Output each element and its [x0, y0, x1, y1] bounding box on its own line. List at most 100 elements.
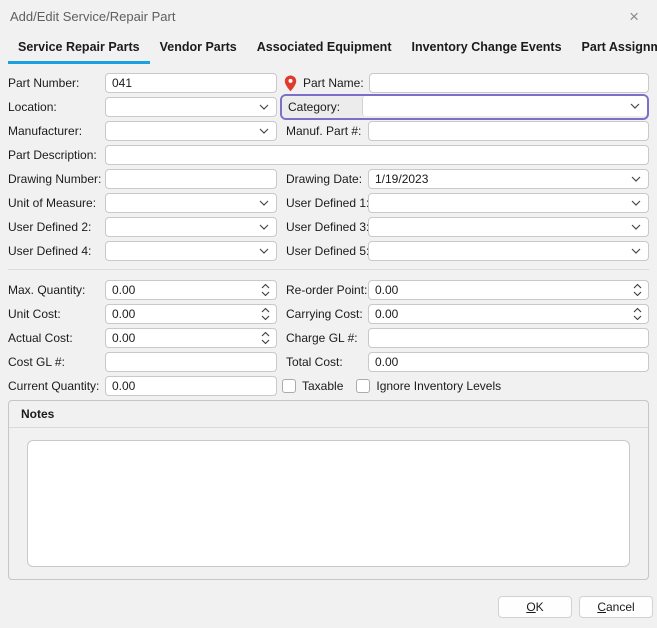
chevron-up-down-icon[interactable] — [633, 307, 642, 321]
user-defined-4-select[interactable] — [105, 241, 277, 261]
form-area: Part Number: Part Name: Location: Catego… — [0, 64, 657, 618]
location-pin-icon — [284, 75, 298, 92]
close-icon[interactable]: × — [623, 6, 645, 27]
title-bar: Add/Edit Service/Repair Part × — [0, 0, 657, 32]
manuf-part-no-label: Manuf. Part #: — [285, 124, 368, 138]
row-location-category: Location: Category: — [8, 94, 649, 120]
chevron-up-down-icon[interactable] — [261, 307, 270, 321]
taxable-checkbox[interactable] — [282, 379, 296, 393]
user-defined-5-label: User Defined 5: — [285, 244, 368, 258]
reorder-point-input[interactable] — [368, 280, 649, 300]
user-defined-2-select[interactable] — [105, 217, 277, 237]
carrying-cost-stepper — [368, 304, 649, 324]
user-defined-2-label: User Defined 2: — [8, 220, 105, 234]
dialog-title: Add/Edit Service/Repair Part — [10, 9, 175, 24]
notes-textarea[interactable] — [27, 440, 630, 567]
row-part-description: Part Description: — [8, 145, 649, 165]
user-defined-1-label: User Defined 1: — [285, 196, 368, 210]
charge-gl-input[interactable] — [368, 328, 649, 348]
ignore-inventory-levels-checkbox[interactable] — [356, 379, 370, 393]
ignore-inventory-levels-label: Ignore Inventory Levels — [376, 379, 501, 393]
unit-cost-label: Unit Cost: — [8, 307, 105, 321]
part-description-label: Part Description: — [8, 148, 105, 162]
row-uom-ud1: Unit of Measure: User Defined 1: — [8, 193, 649, 213]
drawing-number-label: Drawing Number: — [8, 172, 105, 186]
user-defined-3-select[interactable] — [368, 217, 649, 237]
notes-group-title: Notes — [9, 401, 648, 428]
unit-cost-stepper — [105, 304, 277, 324]
total-cost-input[interactable] — [368, 352, 649, 372]
actual-cost-input[interactable] — [105, 328, 277, 348]
dialog-button-row: OK Cancel — [8, 596, 653, 618]
notes-body — [9, 428, 648, 580]
chevron-up-down-icon[interactable] — [261, 331, 270, 345]
row-unit-carrying-cost: Unit Cost: Carrying Cost: — [8, 304, 649, 324]
user-defined-5-select[interactable] — [368, 241, 649, 261]
category-focus-ring: Category: — [280, 94, 649, 120]
current-quantity-input[interactable] — [105, 376, 277, 396]
row-actual-cost-charge-gl: Actual Cost: Charge GL #: — [8, 328, 649, 348]
user-defined-1-select[interactable] — [368, 193, 649, 213]
chevron-down-icon — [630, 103, 640, 109]
cost-gl-input[interactable] — [105, 352, 277, 372]
unit-of-measure-label: Unit of Measure: — [8, 196, 105, 210]
cancel-button[interactable]: Cancel — [579, 596, 653, 618]
user-defined-3-label: User Defined 3: — [285, 220, 368, 234]
unit-cost-input[interactable] — [105, 304, 277, 324]
manuf-part-no-input[interactable] — [368, 121, 649, 141]
cost-gl-label: Cost GL #: — [8, 355, 105, 369]
tab-inventory-change-events[interactable]: Inventory Change Events — [401, 34, 571, 64]
manufacturer-label: Manufacturer: — [8, 124, 105, 138]
row-cost-gl-total-cost: Cost GL #: Total Cost: — [8, 352, 649, 372]
part-number-label: Part Number: — [8, 76, 105, 90]
max-quantity-stepper — [105, 280, 277, 300]
tab-vendor-parts[interactable]: Vendor Parts — [150, 34, 247, 64]
row-ud2-ud3: User Defined 2: User Defined 3: — [8, 217, 649, 237]
row-ud4-ud5: User Defined 4: User Defined 5: — [8, 241, 649, 261]
chevron-up-down-icon[interactable] — [633, 283, 642, 297]
carrying-cost-label: Carrying Cost: — [285, 307, 368, 321]
drawing-date-label: Drawing Date: — [285, 172, 368, 186]
user-defined-4-label: User Defined 4: — [8, 244, 105, 258]
part-name-label: Part Name: — [303, 76, 365, 90]
section-divider — [8, 269, 649, 270]
category-select[interactable] — [362, 96, 647, 116]
unit-of-measure-select[interactable] — [105, 193, 277, 213]
taxable-label: Taxable — [302, 379, 343, 393]
chevron-up-down-icon[interactable] — [261, 283, 270, 297]
carrying-cost-input[interactable] — [368, 304, 649, 324]
chevron-down-icon — [631, 176, 641, 182]
chevron-down-icon — [631, 200, 641, 206]
reorder-point-stepper — [368, 280, 649, 300]
tab-associated-equipment[interactable]: Associated Equipment — [247, 34, 402, 64]
tab-bar: Service Repair Parts Vendor Parts Associ… — [0, 34, 657, 64]
location-label: Location: — [8, 100, 105, 114]
actual-cost-stepper — [105, 328, 277, 348]
row-manufacturer: Manufacturer: Manuf. Part #: — [8, 121, 649, 141]
total-cost-label: Total Cost: — [285, 355, 368, 369]
part-description-input[interactable] — [105, 145, 649, 165]
current-quantity-label: Current Quantity: — [8, 379, 105, 393]
reorder-point-label: Re-order Point: — [285, 283, 368, 297]
drawing-date-select[interactable]: 1/19/2023 — [368, 169, 649, 189]
tab-part-assignments[interactable]: Part Assignments — [572, 34, 657, 64]
drawing-number-input[interactable] — [105, 169, 277, 189]
charge-gl-label: Charge GL #: — [285, 331, 368, 345]
category-label: Category: — [282, 96, 362, 118]
part-number-input[interactable] — [105, 73, 277, 93]
notes-group: Notes — [8, 400, 649, 580]
row-part-number: Part Number: Part Name: — [8, 73, 649, 93]
tab-service-repair-parts[interactable]: Service Repair Parts — [8, 34, 150, 64]
chevron-down-icon — [259, 248, 269, 254]
part-name-input[interactable] — [369, 73, 649, 93]
chevron-down-icon — [259, 104, 269, 110]
max-quantity-input[interactable] — [105, 280, 277, 300]
row-drawing: Drawing Number: Drawing Date: 1/19/2023 — [8, 169, 649, 189]
ok-button[interactable]: OK — [498, 596, 572, 618]
max-quantity-label: Max. Quantity: — [8, 283, 105, 297]
manufacturer-select[interactable] — [105, 121, 277, 141]
row-current-quantity-flags: Current Quantity: Taxable Ignore Invento… — [8, 376, 649, 396]
location-select[interactable] — [105, 97, 277, 117]
chevron-down-icon — [259, 200, 269, 206]
chevron-down-icon — [631, 224, 641, 230]
